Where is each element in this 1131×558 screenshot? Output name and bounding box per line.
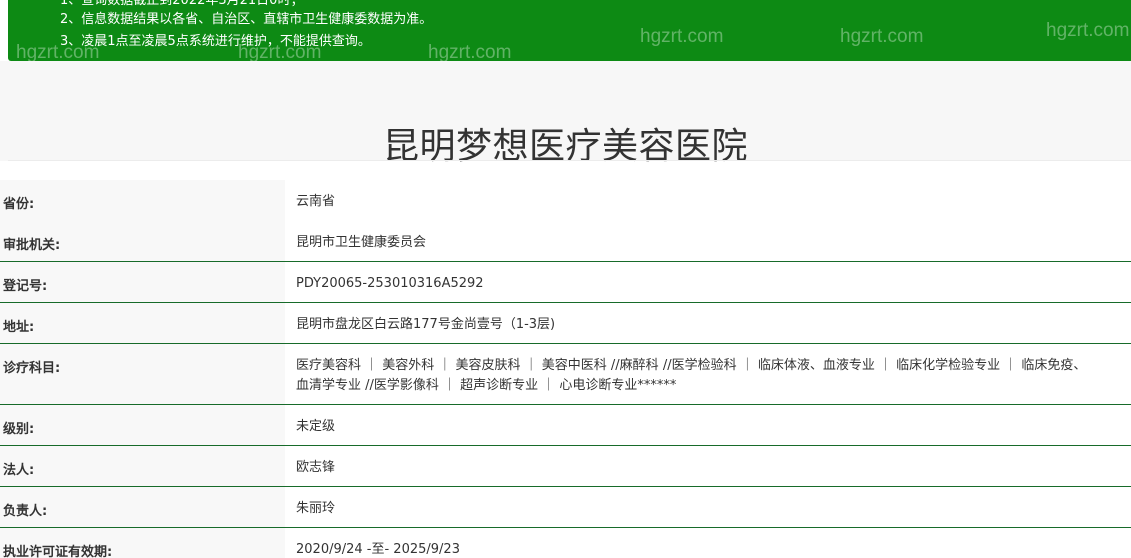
notice-banner: 1、查询数据截止到2022年3月21日0时； 2、信息数据结果以各省、自治区、直… bbox=[8, 0, 1131, 61]
field-label: 省份: bbox=[3, 197, 35, 212]
field-label: 诊疗科目: bbox=[3, 361, 61, 376]
info-row-registration-number: 登记号: PDY20065-253010316A5292 bbox=[0, 262, 1131, 303]
field-value: 朱丽玲 bbox=[296, 501, 336, 516]
field-value-line-1: 医疗美容科 ｜ 美容外科 ｜ 美容皮肤科 ｜ 美容中医科 //麻醉科 //医学检… bbox=[296, 358, 1087, 373]
field-label: 执业许可证有效期: bbox=[3, 545, 113, 558]
field-value: 欧志锋 bbox=[296, 460, 336, 475]
field-label: 负责人: bbox=[3, 504, 48, 519]
field-value-line-2: 血清学专业 //医学影像科 ｜ 超声诊断专业 ｜ 心电诊断专业****** bbox=[296, 378, 677, 393]
field-label: 法人: bbox=[3, 463, 35, 478]
info-row-departments: 诊疗科目: 医疗美容科 ｜ 美容外科 ｜ 美容皮肤科 ｜ 美容中医科 //麻醉科… bbox=[0, 344, 1131, 405]
info-row-approval-authority: 审批机关: 昆明市卫生健康委员会 bbox=[0, 221, 1131, 262]
notice-line-2: 2、信息数据结果以各省、自治区、直辖市卫生健康委数据为准。 bbox=[60, 12, 433, 27]
title-band: 昆明梦想医疗美容医院 bbox=[0, 61, 1131, 167]
watermark: hgzrt.com bbox=[640, 26, 724, 47]
field-label: 地址: bbox=[3, 320, 35, 335]
field-label: 级别: bbox=[3, 422, 35, 437]
hospital-title: 昆明梦想医疗美容医院 bbox=[382, 126, 748, 168]
field-value: 云南省 bbox=[296, 194, 336, 209]
field-value: 2020/9/24 -至- 2025/9/23 bbox=[296, 542, 460, 557]
info-row-province: 省份: 云南省 bbox=[0, 180, 1131, 222]
title-divider bbox=[8, 160, 1131, 161]
watermark: hgzrt.com bbox=[840, 26, 924, 47]
field-value: 医疗美容科 ｜ 美容外科 ｜ 美容皮肤科 ｜ 美容中医科 //麻醉科 //医学检… bbox=[296, 356, 1131, 396]
field-value: 未定级 bbox=[296, 419, 336, 434]
info-row-person-in-charge: 负责人: 朱丽玲 bbox=[0, 487, 1131, 528]
field-label: 登记号: bbox=[3, 279, 48, 294]
info-row-address: 地址: 昆明市盘龙区白云路177号金尚壹号（1-3层) bbox=[0, 303, 1131, 344]
notice-line-3: 3、凌晨1点至凌晨5点系统进行维护，不能提供查询。 bbox=[60, 34, 371, 49]
field-value: 昆明市卫生健康委员会 bbox=[296, 235, 427, 250]
watermark: hgzrt.com bbox=[428, 42, 512, 61]
watermark: hgzrt.com bbox=[1046, 20, 1130, 41]
field-label: 审批机关: bbox=[3, 238, 61, 253]
field-value: PDY20065-253010316A5292 bbox=[296, 276, 484, 291]
field-value: 昆明市盘龙区白云路177号金尚壹号（1-3层) bbox=[296, 317, 556, 332]
info-row-level: 级别: 未定级 bbox=[0, 405, 1131, 446]
info-row-legal-person: 法人: 欧志锋 bbox=[0, 446, 1131, 487]
info-row-license-validity: 执业许可证有效期: 2020/9/24 -至- 2025/9/23 bbox=[0, 528, 1131, 558]
notice-line-1: 1、查询数据截止到2022年3月21日0时； bbox=[60, 0, 304, 8]
page: 1、查询数据截止到2022年3月21日0时； 2、信息数据结果以各省、自治区、直… bbox=[0, 0, 1131, 558]
